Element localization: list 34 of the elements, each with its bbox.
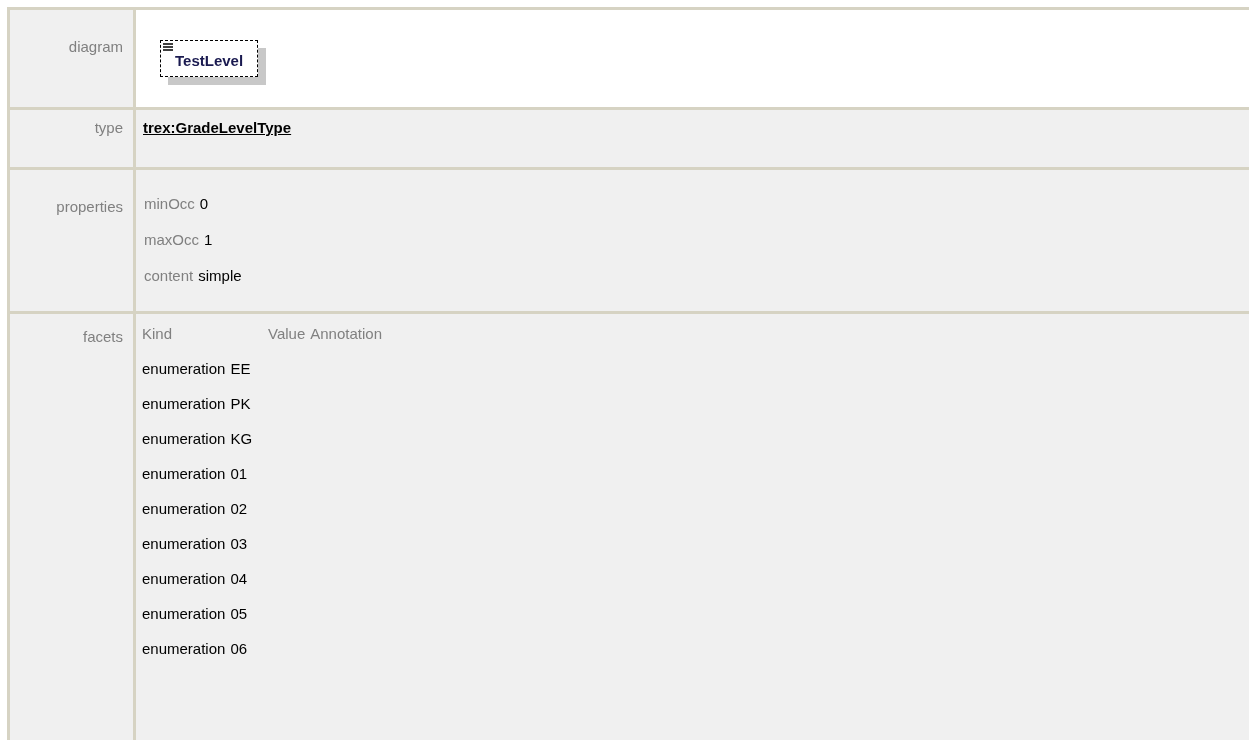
facet-value: 04 xyxy=(230,571,248,586)
row-label: diagram xyxy=(68,38,123,55)
facet-value: 06 xyxy=(230,641,248,656)
facet-kind: enumeration xyxy=(142,466,226,481)
facet-value: 01 xyxy=(230,466,248,481)
column-header: Value xyxy=(268,326,306,341)
facet-value: PK xyxy=(230,396,251,411)
facet-kind: enumeration xyxy=(142,571,226,586)
property-value: 0 xyxy=(199,196,209,211)
row-label: properties xyxy=(56,198,123,215)
type-link[interactable]: trex:GradeLevelType xyxy=(143,119,292,136)
facet-kind: enumeration xyxy=(142,431,226,446)
facet-value: 05 xyxy=(230,606,248,621)
property-name: minOcc xyxy=(144,196,195,211)
row-label: facets xyxy=(82,328,123,345)
facet-value: EE xyxy=(230,361,251,376)
property-name: maxOcc xyxy=(144,232,199,247)
facet-value: 03 xyxy=(230,536,248,551)
facet-kind: enumeration xyxy=(142,606,226,621)
row-label: type xyxy=(94,119,123,136)
facet-kind: enumeration xyxy=(142,641,226,656)
element-name: TestLevel xyxy=(175,52,244,69)
property-value: 1 xyxy=(204,232,213,247)
column-header: Annotation xyxy=(310,326,382,341)
list-icon xyxy=(163,43,173,51)
facet-kind: enumeration xyxy=(142,536,226,551)
column-header: Kind xyxy=(142,326,174,341)
facet-value: 02 xyxy=(230,501,248,516)
facet-kind: enumeration xyxy=(142,361,226,376)
facet-kind: enumeration xyxy=(142,501,226,516)
facet-kind: enumeration xyxy=(142,396,226,411)
property-name: content xyxy=(144,268,194,283)
property-value: simple xyxy=(198,268,242,283)
facet-value: KG xyxy=(230,431,253,446)
